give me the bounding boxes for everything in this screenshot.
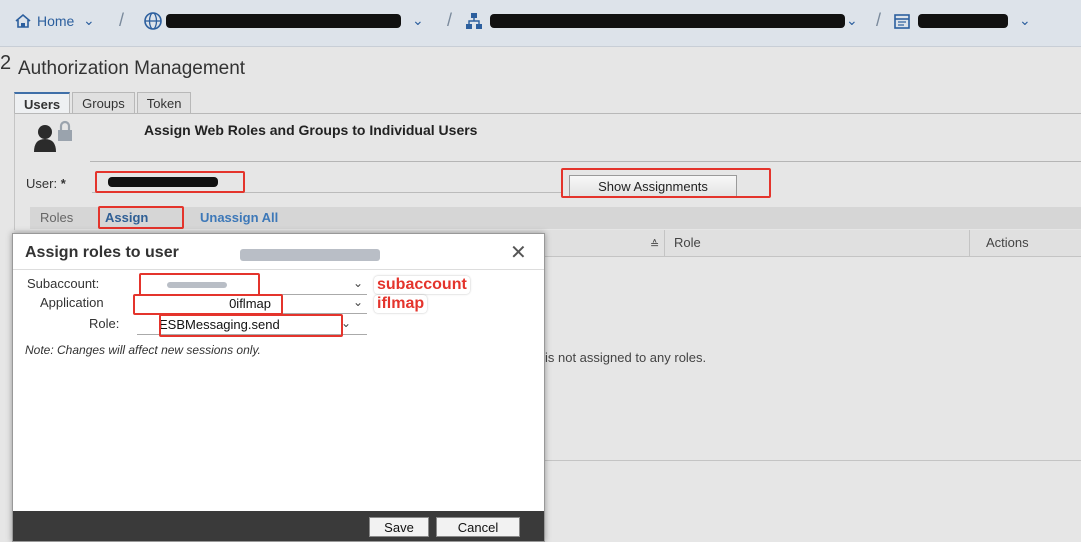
breadcrumb-separator: / xyxy=(876,10,882,30)
user-label-text: User: xyxy=(26,176,58,191)
subaccount-label: Subaccount: xyxy=(27,276,100,291)
user-lock-icon xyxy=(34,120,80,159)
page-title: Authorization Management xyxy=(18,58,246,79)
close-icon[interactable]: ✕ xyxy=(510,240,527,265)
calendar-icon xyxy=(893,12,911,35)
subaccount-annotation: subaccount xyxy=(374,276,470,294)
user-input-highlight xyxy=(95,171,245,193)
tab-token[interactable]: Token xyxy=(136,92,192,114)
dialog-title: Assign roles to user xyxy=(25,244,179,261)
assign-roles-dialog: Assign roles to user ✕ Subaccount: ⌄ sub… xyxy=(12,233,545,542)
assignment-toolbar: Roles Assign Unassign All xyxy=(30,207,1081,229)
dialog-note: Note: Changes will affect new sessions o… xyxy=(25,343,261,357)
breadcrumb-separator: / xyxy=(447,10,453,30)
cropped-heading-fragment: 2 xyxy=(0,52,12,74)
column-divider xyxy=(664,230,665,256)
sort-icon[interactable]: ≙ xyxy=(650,238,659,251)
tab-groups[interactable]: Groups xyxy=(72,92,135,114)
dialog-footer: Save Cancel xyxy=(13,511,544,541)
application-highlight xyxy=(133,294,283,315)
home-icon[interactable] xyxy=(14,13,32,34)
redacted-space-name xyxy=(918,14,1008,28)
redacted-subaccount-name xyxy=(490,14,845,28)
top-navigation-bar: Home ⌄ / ⌄ / ⌄ / ⌄ xyxy=(0,0,1081,47)
globe-icon xyxy=(143,11,163,36)
tab-users[interactable]: Users xyxy=(14,92,71,114)
breadcrumb-home[interactable]: Home xyxy=(37,13,74,29)
iflmap-annotation: iflmap xyxy=(374,295,428,313)
breadcrumb-separator: / xyxy=(119,10,125,30)
save-button[interactable]: Save xyxy=(369,517,429,537)
dialog-divider xyxy=(13,269,544,270)
redacted-region-name xyxy=(166,14,401,28)
column-divider xyxy=(969,230,970,256)
redacted-dialog-user-id xyxy=(240,249,380,261)
chevron-down-icon[interactable]: ⌄ xyxy=(353,276,363,290)
role-highlight xyxy=(159,314,343,337)
empty-table-message: is not assigned to any roles. xyxy=(545,350,707,365)
tab-bar: Users Groups Token xyxy=(14,92,193,114)
subaccount-highlight xyxy=(139,273,260,296)
section-title: Assign Web Roles and Groups to Individua… xyxy=(144,122,478,138)
network-icon xyxy=(465,12,483,35)
divider xyxy=(90,161,1081,162)
user-field-label: User: * xyxy=(26,176,66,191)
assign-highlight xyxy=(98,206,184,229)
roles-label: Roles xyxy=(40,210,74,225)
show-assignments-highlight xyxy=(561,168,771,198)
column-header-role[interactable]: Role xyxy=(674,235,701,250)
chevron-down-icon[interactable]: ⌄ xyxy=(846,12,858,29)
column-header-actions: Actions xyxy=(986,235,1029,250)
chevron-down-icon[interactable]: ⌄ xyxy=(1019,12,1031,29)
chevron-down-icon[interactable]: ⌄ xyxy=(353,295,363,309)
role-label: Role: xyxy=(89,316,120,331)
required-marker: * xyxy=(60,176,66,191)
chevron-down-icon[interactable]: ⌄ xyxy=(412,12,424,29)
application-label: Application xyxy=(40,295,104,310)
cancel-button[interactable]: Cancel xyxy=(436,517,520,537)
table-bottom-border xyxy=(545,460,1081,461)
unassign-all-link[interactable]: Unassign All xyxy=(200,210,278,225)
chevron-down-icon[interactable]: ⌄ xyxy=(83,12,95,29)
